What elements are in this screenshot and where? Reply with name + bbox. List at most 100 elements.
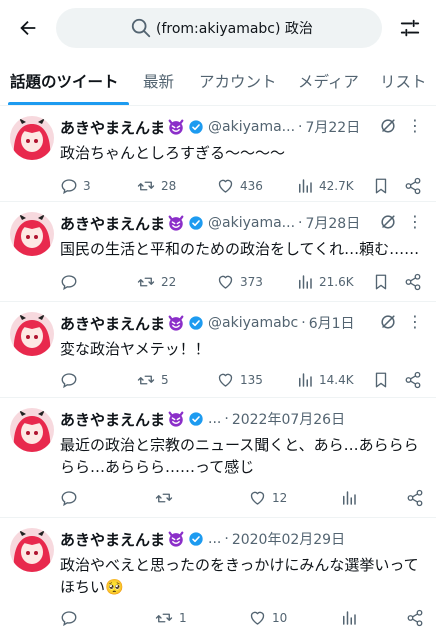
display-name[interactable]: あきやまえんま [60, 529, 165, 550]
tweet-date[interactable]: 2020年02月29日 [232, 529, 345, 549]
reply-icon [61, 179, 77, 195]
tweet-date[interactable]: 7月22日 [305, 117, 360, 137]
search-settings-button[interactable] [390, 8, 430, 48]
verified-badge-icon [188, 531, 204, 547]
grok-button[interactable] [378, 212, 398, 232]
search-box[interactable] [56, 8, 382, 48]
separator-dot: · [301, 315, 306, 331]
heart-icon [218, 179, 233, 193]
bookmark-button[interactable] [372, 368, 390, 392]
bookmark-button[interactable] [372, 270, 390, 294]
devil-emoji-icon [167, 118, 185, 136]
avatar[interactable] [10, 528, 54, 572]
tweet-date[interactable]: 7月28日 [305, 213, 360, 233]
reply-count: 3 [83, 179, 91, 193]
like-count: 436 [240, 179, 263, 193]
more-options-button[interactable]: ⋮ [407, 312, 424, 331]
like-count: 373 [240, 275, 263, 289]
heart-icon [250, 491, 265, 505]
more-options-button[interactable]: ⋮ [407, 116, 424, 135]
more-options-button[interactable]: ⋮ [407, 212, 424, 231]
grok-icon [381, 119, 395, 133]
tab-top[interactable]: 話題のツイート [10, 60, 119, 105]
share-icon [405, 273, 421, 291]
search-input[interactable] [156, 20, 382, 36]
separator-dot: · [224, 531, 229, 547]
tab-media[interactable]: メディア [298, 60, 359, 105]
tweet-text: 最近の政治と宗教のニュース聞くと、あら…あららららら…あららら……って感じ [60, 436, 419, 476]
retweet-count: 5 [161, 373, 169, 387]
grok-button[interactable] [378, 312, 398, 332]
tweet-actions: 5 135 14.4K [60, 368, 430, 392]
retweet-button[interactable]: 1 [154, 606, 187, 630]
share-icon [405, 371, 421, 389]
tweet-actions: 3 28 436 42.7K [60, 174, 430, 198]
reply-button[interactable] [60, 270, 83, 294]
tweet-header: あきやまえんま @akiyamabc · 6月1日 ⋮ [60, 312, 430, 334]
view-count: 14.4K [319, 373, 354, 387]
share-button[interactable] [404, 270, 422, 294]
like-button[interactable]: 12 [248, 486, 287, 510]
reply-button[interactable] [60, 368, 83, 392]
verified-badge-icon [188, 119, 204, 135]
views-button[interactable] [340, 606, 363, 630]
views-button[interactable] [340, 486, 363, 510]
share-icon [407, 609, 423, 627]
tweet-date[interactable]: 2022年07月26日 [232, 409, 345, 429]
grok-icon [381, 315, 395, 329]
views-button[interactable]: 42.7K [296, 174, 354, 198]
separator-dot: · [298, 119, 303, 135]
retweet-button[interactable] [154, 486, 179, 510]
display-name[interactable]: あきやまえんま [60, 213, 165, 234]
views-button[interactable]: 14.4K [296, 368, 354, 392]
reply-button[interactable] [60, 606, 83, 630]
separator-dot: · [298, 215, 303, 231]
retweet-button[interactable]: 22 [136, 270, 176, 294]
avatar[interactable] [10, 408, 54, 452]
tweet-text: 国民の生活と平和のための政治をしてくれ…頼む…… [60, 240, 420, 258]
tab-lists[interactable]: リスト [380, 60, 427, 105]
tab-latest[interactable]: 最新 [143, 60, 174, 105]
retweet-button[interactable]: 28 [136, 174, 176, 198]
avatar[interactable] [10, 212, 54, 256]
share-button[interactable] [406, 606, 424, 630]
tweet-date[interactable]: 6月1日 [309, 313, 355, 333]
share-button[interactable] [404, 368, 422, 392]
retweet-count: 1 [179, 611, 187, 625]
display-name[interactable]: あきやまえんま [60, 313, 165, 334]
tweet[interactable]: あきやまえんま ... · 2020年02月29日 政治やべえと思ったのをきっか… [0, 518, 436, 640]
retweet-button[interactable]: 5 [136, 368, 169, 392]
like-button[interactable]: 10 [248, 606, 287, 630]
reply-button[interactable]: 3 [60, 174, 91, 198]
retweet-icon [137, 277, 155, 287]
user-handle: @akiyamabc [208, 315, 299, 331]
tweet-header: あきやまえんま ... · 2022年07月26日 [60, 408, 430, 430]
retweet-count: 28 [161, 179, 177, 193]
avatar[interactable] [10, 116, 54, 160]
retweet-icon [155, 613, 173, 623]
like-count: 135 [240, 373, 263, 387]
tweet[interactable]: あきやまえんま ... · 2022年07月26日 最近の政治と宗教のニュース聞… [0, 398, 436, 518]
search-icon [131, 18, 151, 38]
tweet[interactable]: あきやまえんま @akiyama... · 7月28日 ⋮ 国民の生活と平和のた… [0, 202, 436, 302]
display-name[interactable]: あきやまえんま [60, 117, 165, 138]
tab-accounts[interactable]: アカウント [199, 60, 277, 105]
avatar[interactable] [10, 312, 54, 356]
heart-icon [218, 275, 233, 289]
grok-button[interactable] [378, 116, 398, 136]
like-button[interactable]: 135 [216, 368, 263, 392]
display-name[interactable]: あきやまえんま [60, 409, 165, 430]
share-button[interactable] [406, 486, 424, 510]
bookmark-button[interactable] [372, 174, 390, 198]
tweet[interactable]: あきやまえんま @akiyama... · 7月22日 ⋮ 政治ちゃんとしろすぎ… [0, 106, 436, 202]
like-button[interactable]: 373 [216, 270, 263, 294]
back-button[interactable] [8, 8, 48, 48]
bookmark-icon [375, 372, 387, 388]
views-button[interactable]: 21.6K [296, 270, 354, 294]
grok-icon [381, 215, 395, 229]
like-button[interactable]: 436 [216, 174, 263, 198]
tweet[interactable]: あきやまえんま @akiyamabc · 6月1日 ⋮ 変な政治ヤメテッ！！ 5… [0, 302, 436, 398]
views-chart-icon [343, 611, 356, 625]
share-button[interactable] [404, 174, 422, 198]
reply-button[interactable] [60, 486, 83, 510]
